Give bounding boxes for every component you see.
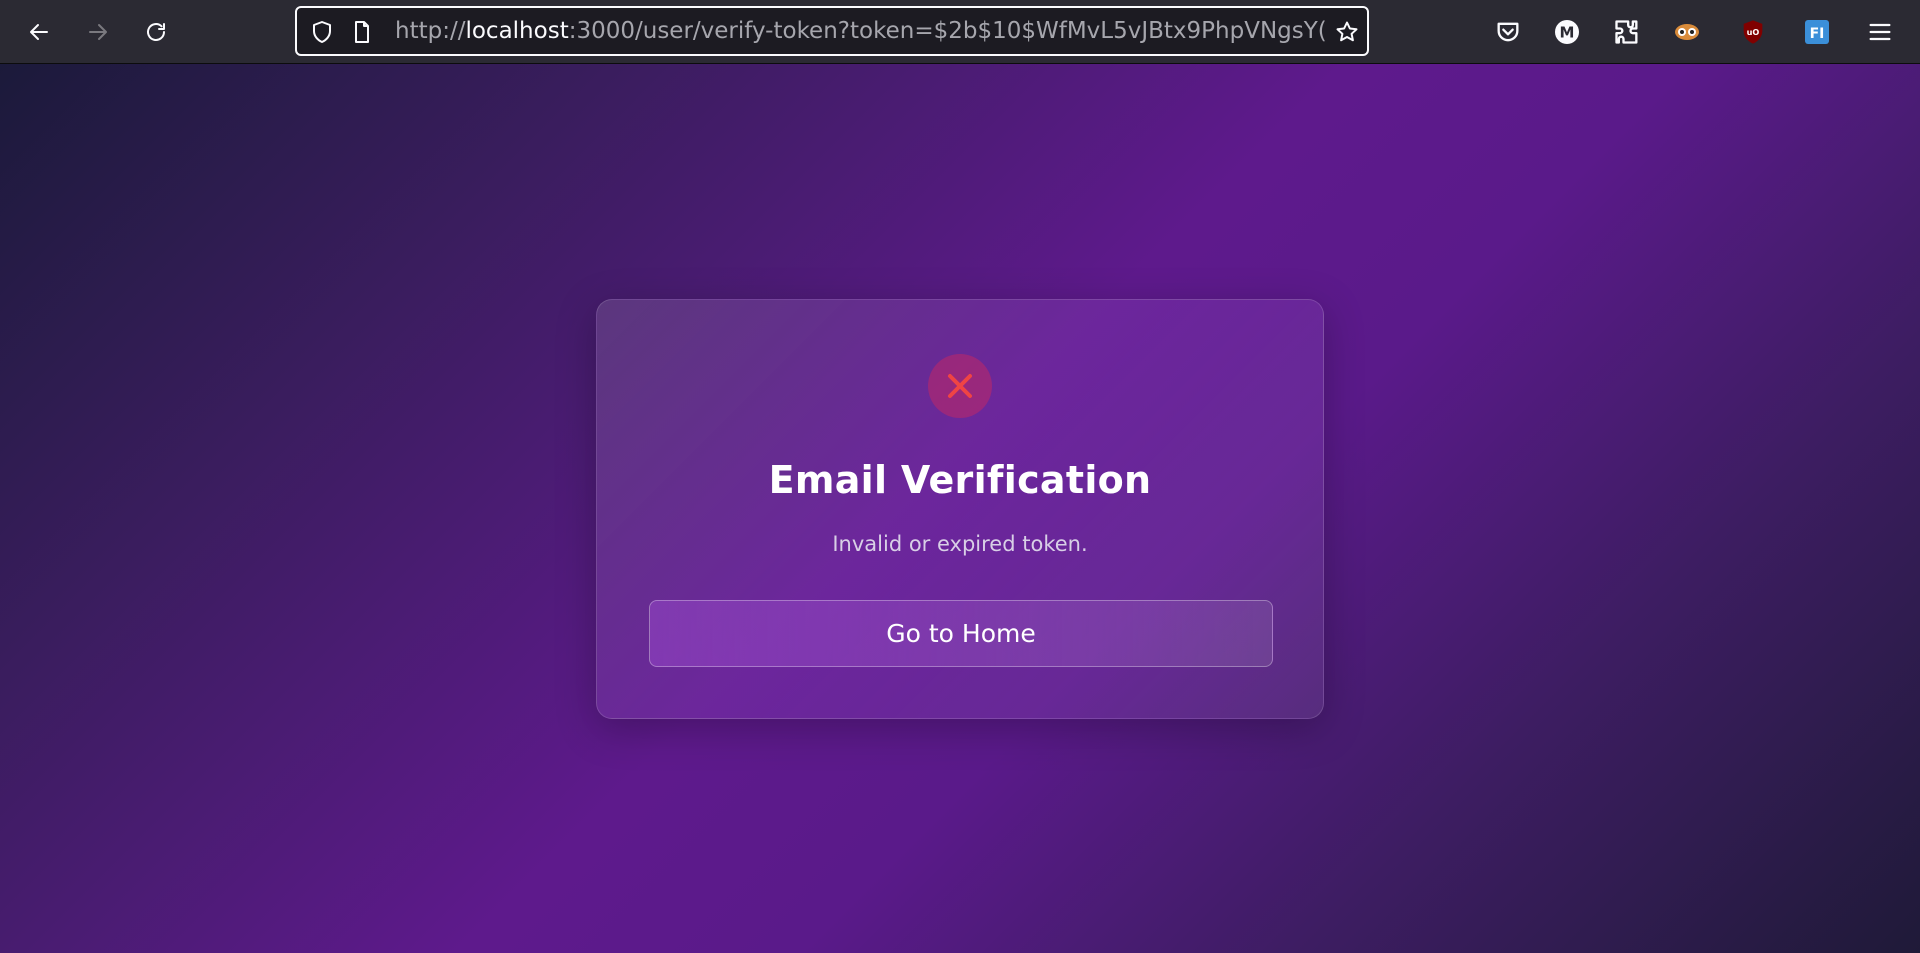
browser-toolbar: http://localhost:3000/user/verify-token?… — [0, 0, 1920, 64]
m-account-icon[interactable]: M — [1549, 14, 1585, 50]
forward-button[interactable] — [78, 12, 118, 52]
go-to-home-button[interactable]: Go to Home — [649, 600, 1273, 667]
svg-text:M: M — [1560, 24, 1575, 42]
bookmark-star-icon[interactable] — [1334, 19, 1360, 45]
back-button[interactable] — [19, 12, 59, 52]
pocket-icon[interactable] — [1490, 14, 1526, 50]
arrow-right-icon — [89, 24, 107, 40]
url-host: localhost — [465, 18, 569, 44]
page-title: Email Verification — [768, 458, 1152, 502]
page-info-icon[interactable] — [349, 19, 375, 45]
ublock-icon[interactable]: uO — [1735, 14, 1771, 50]
page-viewport: Email Verification Invalid or expired to… — [0, 64, 1920, 953]
status-message: Invalid or expired token. — [832, 532, 1088, 556]
error-status-badge — [928, 354, 992, 418]
close-x-icon — [948, 374, 972, 398]
url-path: :3000/user/verify-token?token=$2b$10$WfM… — [568, 18, 1325, 44]
url-scheme: http:// — [395, 18, 466, 44]
shield-icon[interactable] — [309, 19, 335, 45]
url-text[interactable]: http://localhost:3000/user/verify-token?… — [395, 8, 1325, 54]
svg-text:uO: uO — [1747, 27, 1760, 37]
verification-card: Email Verification Invalid or expired to… — [596, 299, 1324, 719]
url-bar[interactable]: http://localhost:3000/user/verify-token?… — [295, 6, 1369, 56]
reload-button[interactable] — [136, 12, 176, 52]
arrow-left-icon — [30, 24, 48, 40]
menu-icon[interactable] — [1862, 14, 1898, 50]
extensions-icon[interactable] — [1609, 14, 1645, 50]
svg-text:FI: FI — [1810, 26, 1825, 42]
eyes-extension-icon[interactable] — [1669, 14, 1705, 50]
reload-icon — [147, 23, 165, 41]
fi-extension-icon[interactable]: FI — [1799, 14, 1835, 50]
